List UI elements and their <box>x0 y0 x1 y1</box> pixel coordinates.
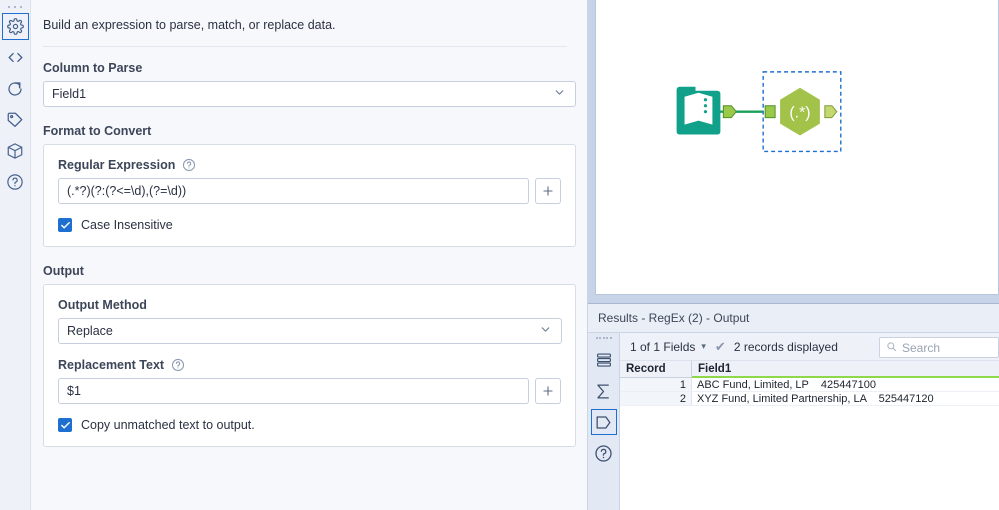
case-insensitive-row[interactable]: Case Insensitive <box>58 218 561 232</box>
workflow-canvas[interactable]: (.*) <box>595 0 999 295</box>
results-title: Results - RegEx (2) - Output <box>588 304 999 333</box>
help-circle-icon[interactable] <box>182 158 196 172</box>
output-method-select[interactable]: Replace <box>58 318 562 344</box>
table-row[interactable]: 2 XYZ Fund, Limited Partnership, LA 5254… <box>620 392 999 406</box>
case-insensitive-label: Case Insensitive <box>81 218 173 232</box>
copy-unmatched-label: Copy unmatched text to output. <box>81 418 255 432</box>
output-method-value: Replace <box>67 324 113 338</box>
results-rail-grip[interactable] <box>596 337 612 343</box>
column-to-parse-select[interactable]: Field1 <box>43 81 576 107</box>
records-displayed-label: 2 records displayed <box>734 340 838 354</box>
chevron-down-icon <box>553 86 566 102</box>
copy-unmatched-checkbox[interactable] <box>58 418 72 432</box>
rail-item-code-icon[interactable] <box>2 44 29 71</box>
grid-header-row: Record Field1 <box>620 361 999 378</box>
output-group: Output Method Replace Replacement Text <box>43 284 576 447</box>
rail-item-tag-icon[interactable] <box>2 106 29 133</box>
regular-expression-value: (.*?)(?:(?<=\d),(?=\d)) <box>67 184 186 198</box>
alteryx-designer-window: Build an expression to parse, match, or … <box>0 0 999 510</box>
help-circle-icon[interactable] <box>171 358 185 372</box>
results-rail-records-icon[interactable] <box>591 347 617 373</box>
results-rail-data-shape-icon[interactable] <box>591 409 617 435</box>
rail-item-gear-icon[interactable] <box>2 13 29 40</box>
output-section-label: Output <box>43 264 567 278</box>
config-divider <box>43 46 567 47</box>
results-search-input[interactable]: Search <box>879 337 999 358</box>
rail-item-refresh-circle-icon[interactable] <box>2 75 29 102</box>
fields-selector[interactable]: 1 of 1 Fields ▾ <box>630 340 706 354</box>
config-intro-text: Build an expression to parse, match, or … <box>43 16 567 46</box>
rail-grip-handle[interactable] <box>8 3 22 11</box>
results-toolbar: 1 of 1 Fields ▾ ✔ 2 records displayed Se… <box>620 333 999 361</box>
case-insensitive-checkbox[interactable] <box>58 218 72 232</box>
rail-item-help-circle-icon[interactable] <box>2 168 29 195</box>
replacement-add-button[interactable] <box>535 378 561 404</box>
right-region: (.*) Results - RegEx (2) - Output <box>588 0 999 510</box>
grid-cell-record: 1 <box>620 378 692 391</box>
table-row[interactable]: 1 ABC Fund, Limited, LP 425447100 <box>620 378 999 392</box>
grid-cell-field1: ABC Fund, Limited, LP 425447100 <box>692 378 999 391</box>
grid-cell-field1: XYZ Fund, Limited Partnership, LA 525447… <box>692 392 999 405</box>
regex-tool-node: (.*) <box>765 88 837 136</box>
results-rail-sigma-icon[interactable] <box>591 378 617 404</box>
results-rail-help-circle-icon[interactable] <box>591 440 617 466</box>
fields-selector-label: 1 of 1 Fields <box>630 340 695 354</box>
checkmark-icon[interactable]: ✔ <box>715 339 726 355</box>
grid-cell-record: 2 <box>620 392 692 405</box>
chevron-down-icon: ▾ <box>701 341 706 352</box>
regular-expression-label: Regular Expression <box>58 158 175 172</box>
format-to-convert-label: Format to Convert <box>43 124 567 138</box>
results-panel: Results - RegEx (2) - Output <box>588 303 999 510</box>
grid-col-header-field1[interactable]: Field1 <box>692 361 999 377</box>
search-icon <box>886 341 897 355</box>
results-main: 1 of 1 Fields ▾ ✔ 2 records displayed Se… <box>620 333 999 510</box>
tool-configuration-panel: Build an expression to parse, match, or … <box>31 0 588 510</box>
regex-add-button[interactable] <box>535 178 561 204</box>
config-icon-rail <box>0 0 31 510</box>
search-placeholder: Search <box>902 341 940 355</box>
replacement-text-label: Replacement Text <box>58 358 164 372</box>
regular-expression-input[interactable]: (.*?)(?:(?<=\d),(?=\d)) <box>58 178 529 204</box>
output-method-label: Output Method <box>58 298 561 312</box>
column-to-parse-label: Column to Parse <box>43 61 567 75</box>
rail-item-package-icon[interactable] <box>2 137 29 164</box>
results-grid[interactable]: Record Field1 1 ABC Fund, Limited, LP 42… <box>620 361 999 510</box>
grid-empty-area <box>620 406 999 510</box>
svg-text:(.*): (.*) <box>789 105 810 122</box>
column-to-parse-value: Field1 <box>52 87 86 101</box>
text-input-tool-node <box>677 87 737 135</box>
copy-unmatched-row[interactable]: Copy unmatched text to output. <box>58 418 561 432</box>
grid-col-header-record[interactable]: Record <box>620 361 692 377</box>
replacement-text-input[interactable]: $1 <box>58 378 529 404</box>
chevron-down-icon <box>539 323 552 339</box>
format-to-convert-group: Regular Expression (.*?)(?:(?<=\d),(?=\d… <box>43 144 576 247</box>
results-icon-rail <box>588 333 620 510</box>
replacement-text-value: $1 <box>67 384 81 398</box>
